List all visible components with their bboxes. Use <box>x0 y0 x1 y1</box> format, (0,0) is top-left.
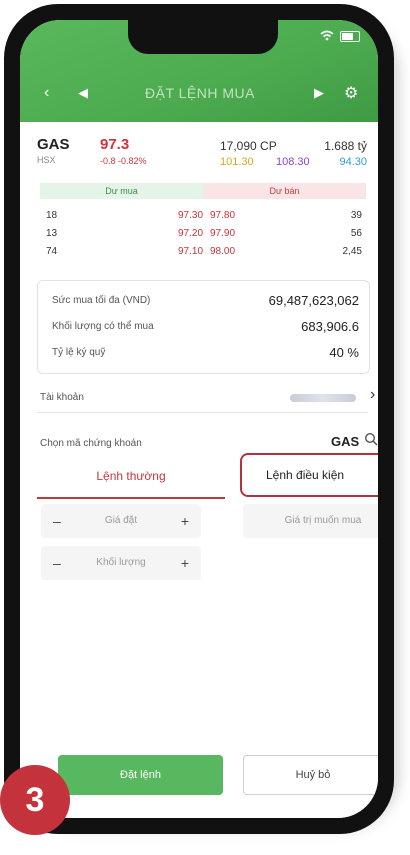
stock-value: 1.688 tỷ <box>324 139 367 153</box>
place-order-button[interactable]: Đặt lệnh <box>58 755 223 795</box>
max-buy-row: Sức mua tối đa (VND) 69,487,623,062 <box>52 293 359 308</box>
ceiling-price: 94.30 <box>339 156 367 168</box>
buy-price: 97.30 <box>178 210 204 221</box>
gear-icon[interactable]: ⚙ <box>344 83 358 103</box>
quantity-placeholder: Khối lượng <box>96 557 146 568</box>
sell-price: 97.90 <box>210 228 236 239</box>
search-icon[interactable] <box>364 432 378 451</box>
margin-ratio-row: Tỷ lệ ký quỹ 40 % <box>52 345 359 360</box>
arrow-left-icon[interactable]: ◀ <box>78 85 88 101</box>
tab-normal-order[interactable]: Lệnh thường <box>37 455 225 499</box>
phone-frame: ‹ ◀ ĐẶT LỆNH MUA ▶ ⚙ GAS HSX 97.3 -0.8 -… <box>4 4 394 834</box>
quantity-stepper[interactable]: – Khối lượng + <box>41 546 201 580</box>
select-stock-label: Chọn mã chứng khoán <box>40 438 142 449</box>
margin-ratio-value: 40 % <box>329 345 359 360</box>
buy-price: 97.20 <box>178 228 204 239</box>
stock-symbol: GAS <box>37 136 70 153</box>
arrow-right-icon[interactable]: ▶ <box>314 85 324 101</box>
divider <box>37 412 368 413</box>
buyable-qty-value: 683,906.6 <box>301 319 359 334</box>
stock-volume: 17,090 CP <box>220 139 277 153</box>
stock-price-group: 97.3 -0.8 -0.82% <box>100 136 147 166</box>
buy-qty: 13 <box>46 228 58 239</box>
account-number-masked[interactable] <box>290 394 356 402</box>
stock-price: 97.3 <box>100 136 130 153</box>
max-buy-value: 69,487,623,062 <box>268 293 359 308</box>
buy-price: 97.10 <box>178 246 204 257</box>
stock-symbol-group: GAS HSX <box>37 136 70 165</box>
sell-price: 98.00 <box>210 246 236 257</box>
sell-qty: 2,45 <box>342 246 362 257</box>
cancel-button[interactable]: Huỷ bỏ <box>243 755 378 795</box>
step-badge: 3 <box>0 765 70 835</box>
purchasing-power-box: Sức mua tối đa (VND) 69,487,623,062 Khối… <box>37 280 370 374</box>
wifi-icon <box>320 30 334 43</box>
page-title: ĐẶT LỆNH MUA <box>145 85 255 101</box>
plus-icon[interactable]: + <box>181 504 189 538</box>
status-bar <box>320 30 360 43</box>
order-book-header: Dư mua Dư bán <box>40 183 366 199</box>
target-value-field[interactable]: Giá trị muốn mua <box>243 504 378 538</box>
order-book-row: 74 97.10 98.00 2,45 <box>40 243 366 261</box>
selected-stock[interactable]: GAS <box>331 434 359 449</box>
account-label: Tài khoản <box>40 392 84 403</box>
margin-ratio-label: Tỷ lệ ký quỹ <box>52 347 106 358</box>
buy-header: Dư mua <box>40 183 203 199</box>
order-type-tabs: Lệnh thường Lệnh điều kiện ▼ <box>37 453 378 500</box>
sell-header: Dư bán <box>203 183 366 199</box>
max-buy-label: Sức mua tối đa (VND) <box>52 295 151 306</box>
sell-price: 97.80 <box>210 210 236 221</box>
sell-qty: 39 <box>350 210 362 221</box>
nav-row: ‹ ◀ ĐẶT LỆNH MUA ▶ ⚙ <box>20 78 378 108</box>
chevron-left-icon[interactable]: ‹ <box>44 84 49 102</box>
app-screen: ‹ ◀ ĐẶT LỆNH MUA ▶ ⚙ GAS HSX 97.3 -0.8 -… <box>20 20 378 818</box>
buy-qty: 18 <box>46 210 58 221</box>
battery-icon <box>340 31 360 42</box>
tab-conditional-label: Lệnh điều kiện <box>266 468 345 482</box>
ref-price: 108.30 <box>276 156 310 168</box>
buyable-qty-label: Khối lượng có thể mua <box>52 321 154 332</box>
stock-exchange: HSX <box>37 155 56 165</box>
plus-icon[interactable]: + <box>181 546 189 580</box>
price-placeholder: Giá đặt <box>104 515 138 526</box>
order-book-row: 13 97.20 97.90 56 <box>40 225 366 243</box>
chevron-right-icon[interactable]: › <box>370 386 375 404</box>
buy-qty: 74 <box>46 246 58 257</box>
sell-qty: 56 <box>350 228 362 239</box>
tab-conditional-order[interactable]: Lệnh điều kiện ▼ <box>240 453 378 497</box>
order-book-row: 18 97.30 97.80 39 <box>40 207 366 225</box>
floor-price: 101.30 <box>220 156 254 168</box>
notch <box>128 20 278 54</box>
buyable-qty-row: Khối lượng có thể mua 683,906.6 <box>52 319 359 334</box>
stock-change: -0.8 -0.82% <box>100 156 147 166</box>
price-stepper[interactable]: – Giá đặt + <box>41 504 201 538</box>
